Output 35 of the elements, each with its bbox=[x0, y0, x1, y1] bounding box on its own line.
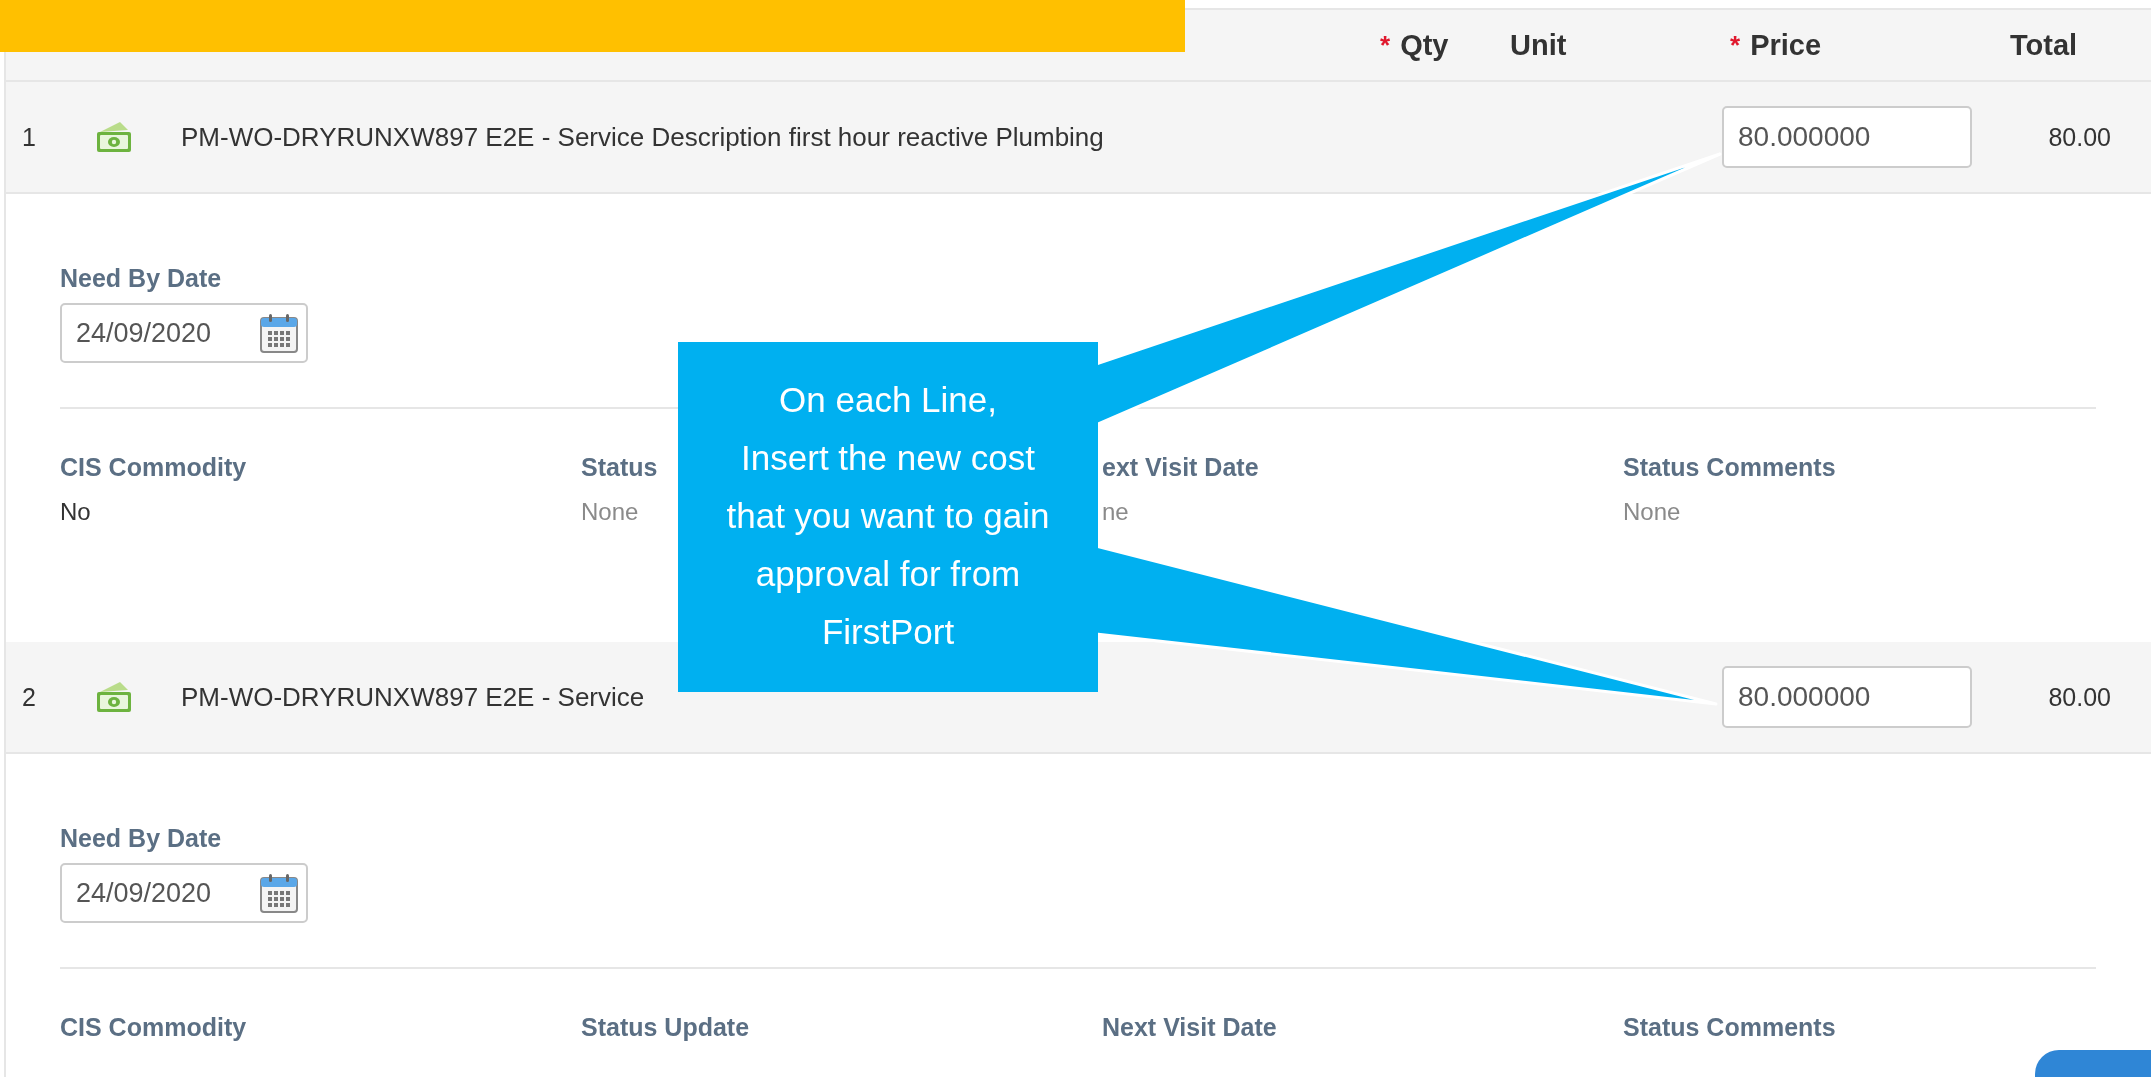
field-label: ext Visit Date bbox=[1102, 453, 1259, 482]
required-mark: * bbox=[1730, 29, 1741, 61]
field-label: Need By Date bbox=[60, 824, 222, 853]
price-field[interactable]: 80.000000 bbox=[1722, 666, 1972, 728]
callout-box: On each Line, Insert the new cost that you want to gain approval for from FirstPort bbox=[678, 342, 1098, 692]
date-field[interactable]: 24/09/2020 bbox=[60, 863, 308, 923]
money-icon bbox=[94, 120, 134, 154]
line-number: 1 bbox=[21, 122, 37, 152]
field-value: None bbox=[581, 498, 639, 526]
field-label: CIS Commodity bbox=[60, 1013, 247, 1042]
calendar-icon[interactable] bbox=[260, 313, 298, 353]
required-mark: * bbox=[1380, 29, 1391, 61]
price-field[interactable]: 80.000000 bbox=[1722, 106, 1972, 168]
field-label: Status bbox=[581, 453, 658, 482]
line-number: 2 bbox=[21, 682, 37, 712]
field-value: No bbox=[60, 498, 91, 526]
field-label: CIS Commodity bbox=[60, 453, 247, 482]
item-description: PM-WO-DRYRUNXW897 E2E - Service Description first hour reactive Plumbing bbox=[181, 121, 1105, 153]
field-label: Status Comments bbox=[1623, 453, 1836, 482]
column-header: Unit bbox=[1510, 28, 1567, 62]
line-total: 80.00 bbox=[2048, 682, 2112, 712]
field-label: Next Visit Date bbox=[1102, 1013, 1277, 1042]
item-description: PM-WO-DRYRUNXW897 E2E - Service bbox=[181, 681, 646, 713]
column-header: Price bbox=[1750, 28, 1822, 62]
calendar-icon[interactable] bbox=[260, 873, 298, 913]
field-value: None bbox=[1623, 498, 1681, 526]
field-label: Status Comments bbox=[1623, 1013, 1836, 1042]
line-total: 80.00 bbox=[2048, 122, 2112, 152]
field-label: Status Update bbox=[581, 1013, 750, 1042]
column-header: Qty bbox=[1400, 28, 1449, 62]
date-field[interactable]: 24/09/2020 bbox=[60, 303, 308, 363]
field-value: ne bbox=[1102, 498, 1129, 526]
money-icon bbox=[94, 680, 134, 714]
field-label: Need By Date bbox=[60, 264, 222, 293]
column-header: Total bbox=[2010, 28, 2078, 62]
